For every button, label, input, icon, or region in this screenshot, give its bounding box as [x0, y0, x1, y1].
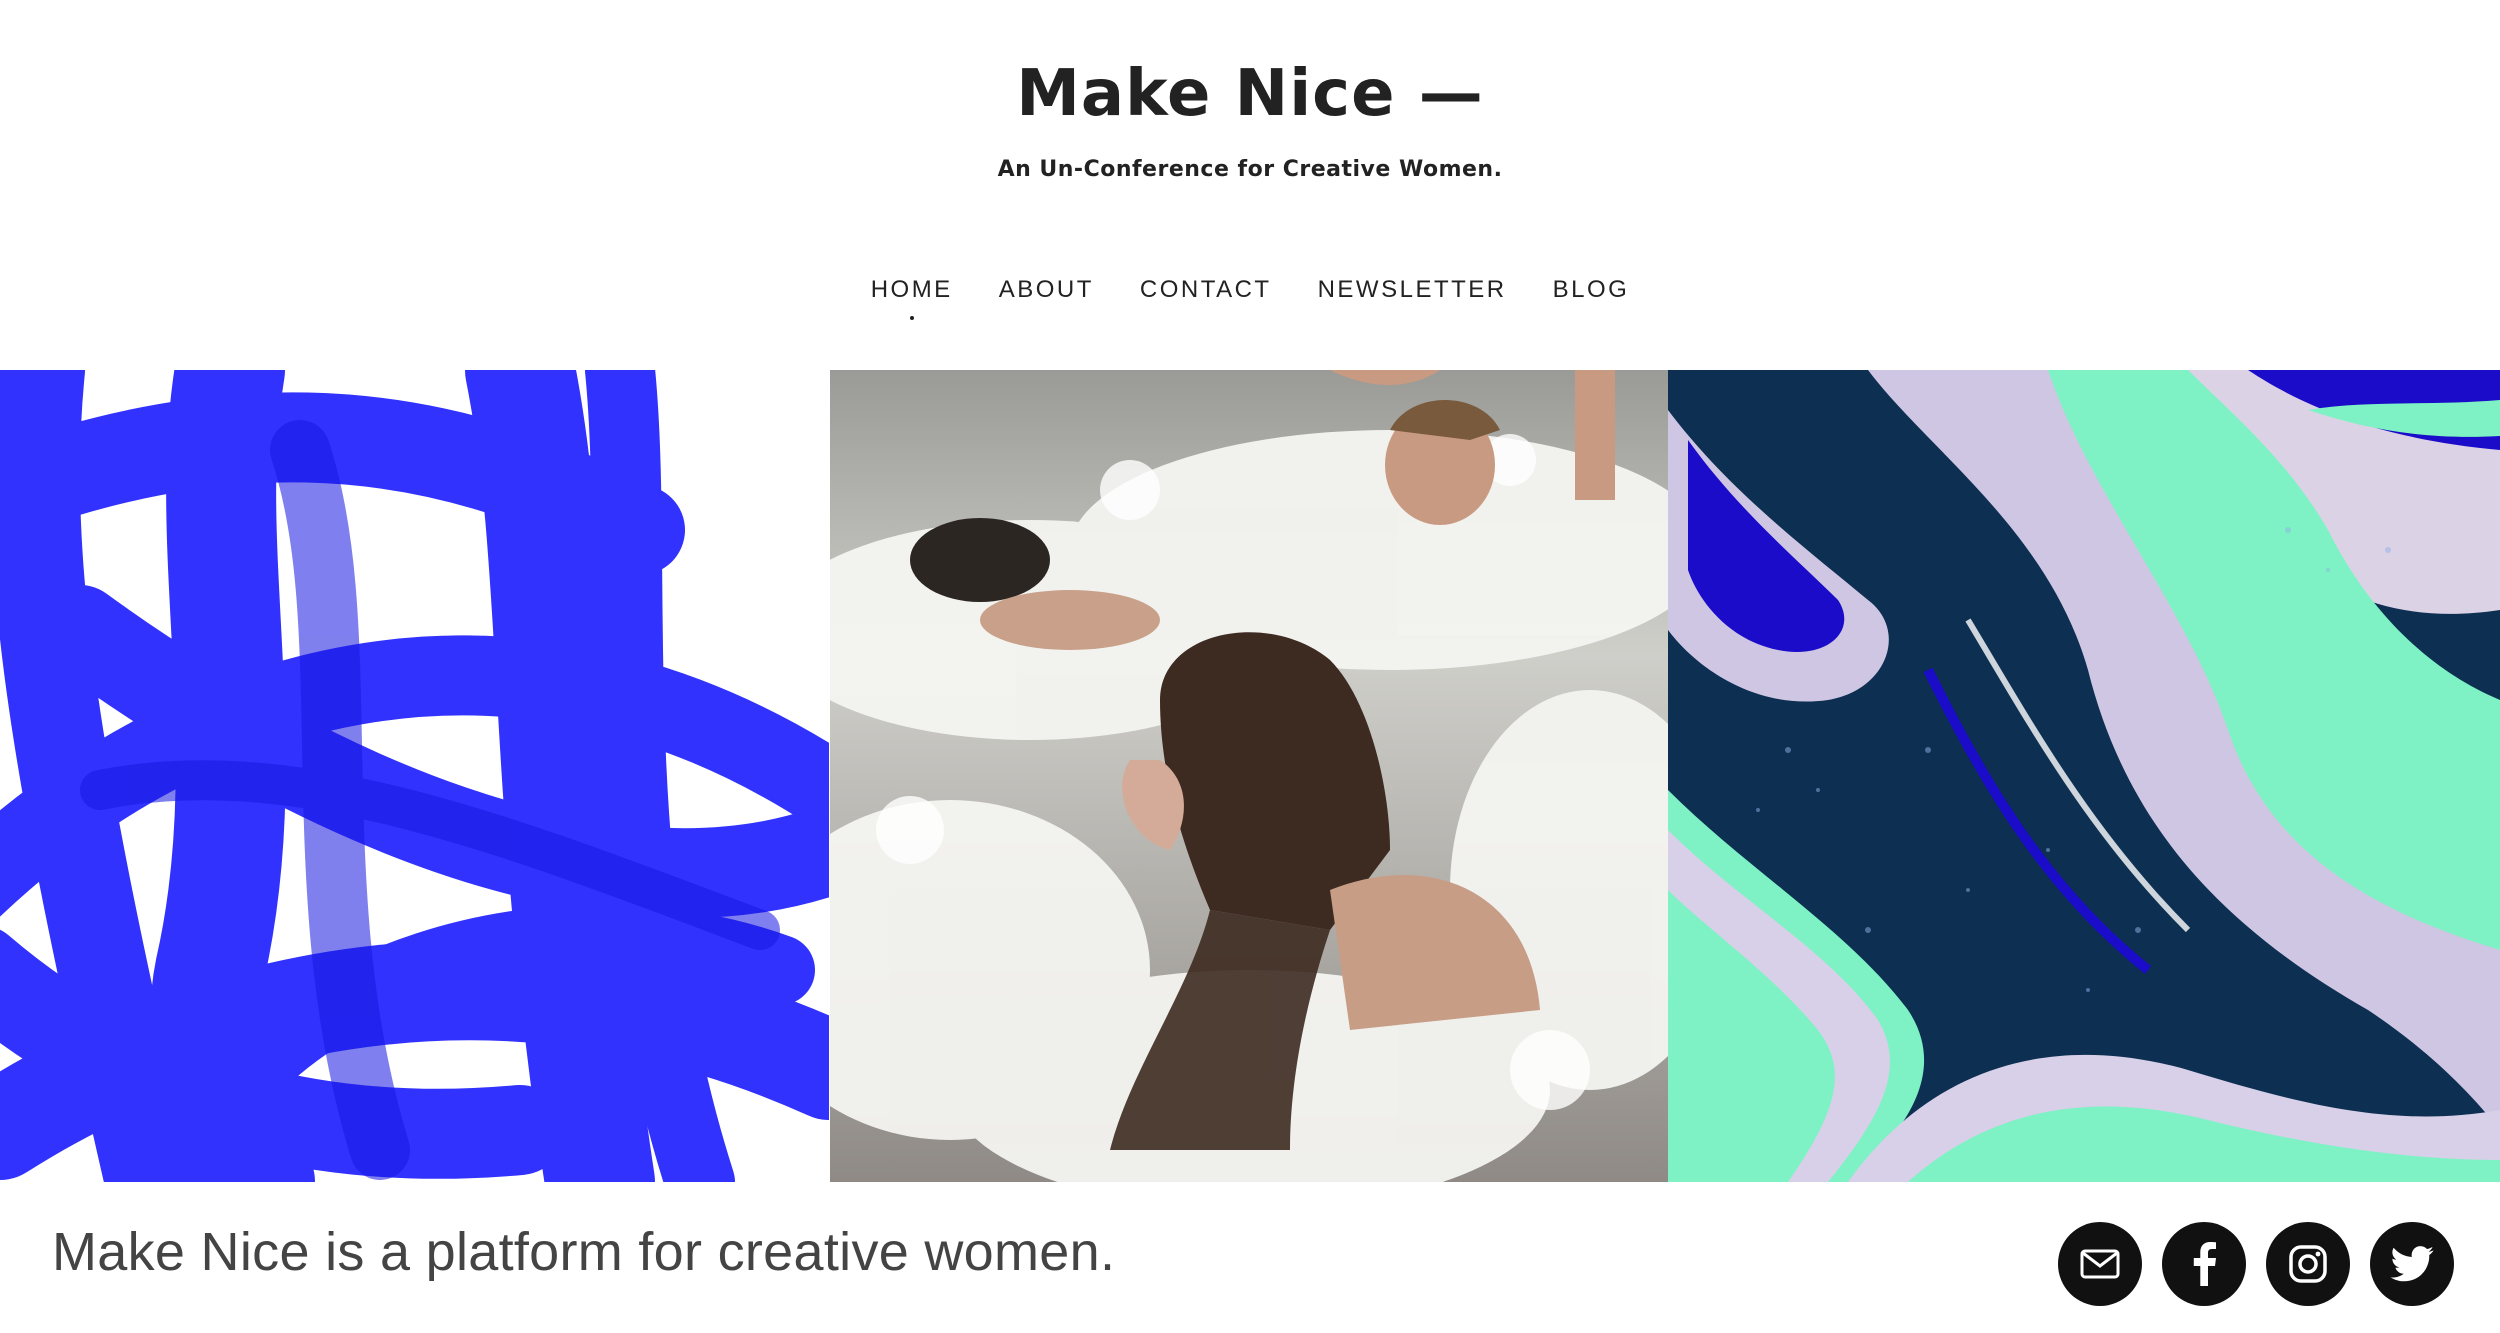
facebook-button[interactable] — [2162, 1222, 2246, 1306]
nav-item-home[interactable]: HOME — [871, 278, 953, 320]
instagram-icon — [2288, 1244, 2328, 1284]
swimmers-waves-image — [830, 370, 1668, 1182]
hero-gallery — [0, 370, 2500, 1182]
blue-brushstroke-image — [0, 370, 829, 1182]
site-title[interactable]: Make Nice — — [0, 62, 2500, 126]
mail-icon — [2080, 1249, 2120, 1279]
instagram-button[interactable] — [2266, 1222, 2350, 1306]
nav-item-contact[interactable]: CONTACT — [1140, 278, 1272, 308]
intro-text: Make Nice is a platform for creative wom… — [52, 1222, 1116, 1282]
nav-item-about[interactable]: ABOUT — [999, 278, 1094, 308]
twitter-button[interactable] — [2370, 1222, 2454, 1306]
twitter-icon — [2390, 1246, 2434, 1282]
marble-glitter-image — [1668, 370, 2500, 1182]
mail-button[interactable] — [2058, 1222, 2142, 1306]
social-links — [2058, 1222, 2454, 1306]
main-nav: HOME ABOUT CONTACT NEWSLETTER BLOG — [0, 278, 2500, 320]
site-tagline: An Un-Conference for Creative Women. — [997, 157, 1503, 182]
nav-item-blog[interactable]: BLOG — [1553, 278, 1630, 308]
nav-item-newsletter[interactable]: NEWSLETTER — [1318, 278, 1507, 308]
facebook-icon — [2192, 1242, 2216, 1286]
